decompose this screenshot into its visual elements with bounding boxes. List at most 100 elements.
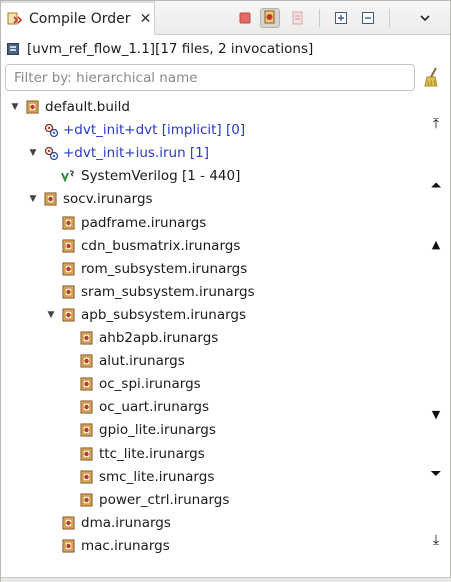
args-file-icon bbox=[61, 261, 77, 277]
tree-node-label: +dvt_init+dvt [implicit] [0] bbox=[63, 122, 246, 139]
args-file-icon bbox=[61, 215, 77, 231]
view-toolbar: Compile Order ✕ bbox=[1, 1, 450, 35]
summary-text: [uvm_ref_flow_1.1][17 files, 2 invocatio… bbox=[27, 41, 314, 57]
tree-node-label: +dvt_init+ius.irun [1] bbox=[63, 145, 210, 162]
tree-node-label: power_ctrl.irunargs bbox=[99, 491, 230, 508]
args-file-icon bbox=[79, 353, 95, 369]
tree-node[interactable]: cdn_busmatrix.irunargs bbox=[45, 235, 240, 257]
close-icon[interactable]: ✕ bbox=[139, 11, 153, 27]
tree-node-label: SystemVerilog [1 - 440] bbox=[81, 168, 241, 185]
tree-node-label: smc_lite.irunargs bbox=[99, 468, 215, 485]
args-file-icon bbox=[79, 422, 95, 438]
compile-order-tree: ▼ default.build +dvt_init+dvt [implicit] [… bbox=[1, 95, 421, 565]
expand-toggle-icon[interactable]: ▼ bbox=[45, 309, 57, 321]
view-menu-icon[interactable] bbox=[415, 8, 435, 28]
tree-node[interactable]: gpio_lite.irunargs bbox=[63, 419, 216, 441]
args-file-icon bbox=[79, 376, 95, 392]
tree-node[interactable]: ttc_lite.irunargs bbox=[63, 443, 205, 465]
invocation-icon bbox=[43, 122, 59, 138]
toolbar-separator bbox=[389, 9, 390, 27]
args-file-icon bbox=[61, 238, 77, 254]
tree-node-label: apb_subsystem.irunargs bbox=[81, 306, 247, 323]
page-down-button[interactable]: ⏷ bbox=[427, 465, 445, 483]
toolbar-separator bbox=[319, 9, 320, 27]
tree-node-label: mac.irunargs bbox=[81, 537, 170, 554]
tree-node-label: oc_uart.irunargs bbox=[99, 399, 209, 416]
tree-node-label: rom_subsystem.irunargs bbox=[81, 260, 248, 277]
tree-node[interactable]: smc_lite.irunargs bbox=[63, 466, 214, 488]
summary-line: [uvm_ref_flow_1.1][17 files, 2 invocatio… bbox=[7, 39, 313, 59]
expand-all-icon[interactable] bbox=[331, 8, 351, 28]
tree-node[interactable]: power_ctrl.irunargs bbox=[63, 489, 229, 511]
tree-node-label: ttc_lite.irunargs bbox=[99, 445, 205, 462]
args-file-icon bbox=[61, 307, 77, 323]
tree-node[interactable]: dma.irunargs bbox=[45, 512, 171, 534]
tree-node-label: oc_spi.irunargs bbox=[99, 376, 201, 393]
tree-node[interactable]: ahb2apb.irunargs bbox=[63, 327, 218, 349]
tab-compile-order[interactable]: Compile Order ✕ bbox=[1, 1, 155, 35]
compile-order-view: Compile Order ✕ [uvm_ref_flow_1.1][17 fi… bbox=[0, 0, 451, 582]
view-bottom-border bbox=[1, 577, 451, 582]
tree-node-label: socv.irunargs bbox=[63, 191, 153, 208]
expand-toggle-icon[interactable]: ▼ bbox=[27, 193, 39, 205]
tree-node-label: ahb2apb.irunargs bbox=[99, 330, 219, 346]
args-file-icon bbox=[79, 492, 95, 508]
tree-node[interactable]: oc_spi.irunargs bbox=[63, 373, 201, 395]
args-file-icon bbox=[61, 538, 77, 554]
step-down-button[interactable]: ▼ bbox=[427, 405, 445, 423]
compile-order-icon[interactable] bbox=[260, 8, 280, 28]
tree-node[interactable]: rom_subsystem.irunargs bbox=[45, 258, 247, 280]
tree-node[interactable]: padframe.irunargs bbox=[45, 212, 206, 234]
tree-node[interactable]: oc_uart.irunargs bbox=[63, 396, 209, 418]
tree-node[interactable]: ▼ +dvt_init+ius.irun [1] bbox=[27, 142, 210, 164]
clear-filter-icon[interactable] bbox=[421, 65, 445, 89]
args-file-icon bbox=[61, 515, 77, 531]
tree-node-label: cdn_busmatrix.irunargs bbox=[81, 237, 241, 254]
build-icon bbox=[25, 99, 41, 115]
tree-node-label: padframe.irunargs bbox=[81, 214, 207, 231]
go-to-top-button[interactable]: ⤒ bbox=[427, 115, 445, 133]
navigation-column: ⤒ ⏶ ▲ ▼ ⏷ ⤓ bbox=[422, 95, 450, 565]
collapse-all-icon[interactable] bbox=[358, 8, 378, 28]
remove-icon[interactable] bbox=[288, 8, 308, 28]
args-file-icon bbox=[79, 330, 95, 346]
tree-node[interactable]: +dvt_init+dvt [implicit] [0] bbox=[27, 119, 245, 141]
args-file-icon bbox=[79, 446, 95, 462]
go-to-bottom-button[interactable]: ⤓ bbox=[427, 531, 445, 549]
page-up-button[interactable]: ⏶ bbox=[427, 177, 445, 195]
tree-node-label: gpio_lite.irunargs bbox=[99, 422, 216, 439]
tree-node[interactable]: ▼ apb_subsystem.irunargs bbox=[45, 304, 247, 326]
filter-input[interactable] bbox=[5, 64, 415, 91]
args-file-icon bbox=[43, 191, 59, 207]
args-file-icon bbox=[61, 284, 77, 300]
step-up-button[interactable]: ▲ bbox=[427, 235, 445, 253]
stop-icon[interactable] bbox=[235, 8, 255, 28]
tree-node[interactable]: sram_subsystem.irunargs bbox=[45, 281, 255, 303]
tree-node[interactable]: alut.irunargs bbox=[63, 350, 185, 372]
tree-node-label: default.build bbox=[45, 99, 130, 115]
tree-node[interactable]: ▼ default.build bbox=[9, 96, 130, 118]
expand-toggle-icon[interactable]: ▼ bbox=[9, 101, 21, 113]
tree-node[interactable]: mac.irunargs bbox=[45, 535, 170, 557]
compile-order-icon bbox=[7, 11, 23, 27]
tree-node-label: sram_subsystem.irunargs bbox=[81, 283, 255, 300]
invocation-icon bbox=[43, 145, 59, 161]
tree-node[interactable]: ▼ socv.irunargs bbox=[27, 188, 153, 210]
expand-toggle-icon[interactable]: ▼ bbox=[27, 147, 39, 159]
tree-node[interactable]: SystemVerilog [1 - 440] bbox=[45, 165, 240, 187]
